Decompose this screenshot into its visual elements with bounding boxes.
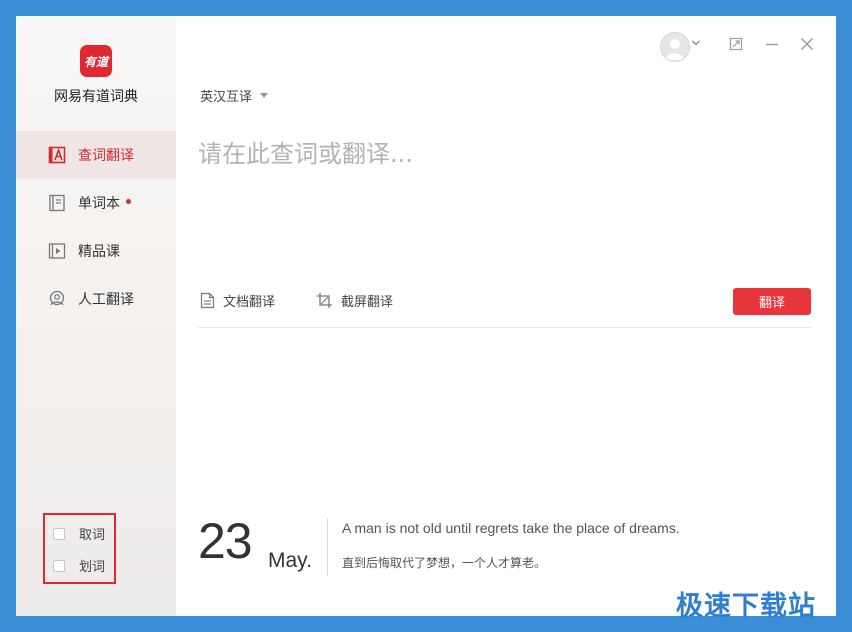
youdao-logo: 有道: [80, 45, 112, 77]
human-translate-icon: [49, 290, 65, 306]
sidebar-item-courses[interactable]: 精品课: [16, 227, 176, 275]
app-name: 网易有道词典: [54, 89, 138, 105]
minimize-icon[interactable]: [765, 37, 779, 51]
sidebar-item-label: 单词本: [78, 196, 120, 212]
notification-dot: [126, 199, 131, 204]
option-select-word[interactable]: 划词: [53, 556, 105, 575]
sidebar-item-label: 精品课: [78, 244, 120, 260]
sidebar-item-label: 查词翻译: [78, 148, 134, 164]
video-course-icon: [48, 243, 66, 259]
select-word-checkbox[interactable]: [53, 559, 65, 572]
notebook-icon: [49, 194, 65, 212]
crop-icon: [317, 293, 332, 308]
language-select[interactable]: 英汉互译: [200, 86, 269, 105]
app-window: 有道 网易有道词典 查词翻译 单词本 精品课 人工翻译 取词 划词 英汉互译 请…: [16, 16, 836, 616]
document-icon: [200, 292, 215, 309]
close-icon[interactable]: [800, 37, 814, 51]
chevron-down-icon[interactable]: [691, 38, 701, 48]
maximize-icon[interactable]: [729, 37, 743, 51]
quote-divider: [327, 518, 328, 576]
tool-label: 文档翻译: [223, 295, 276, 310]
daily-date-month: May.: [268, 549, 312, 572]
capture-options: 取词 划词: [43, 513, 116, 584]
sidebar: 有道 网易有道词典 查词翻译 单词本 精品课 人工翻译 取词 划词: [16, 16, 176, 616]
translate-button[interactable]: 翻译: [733, 288, 811, 315]
option-label: 取词: [79, 528, 106, 543]
search-input[interactable]: [198, 134, 808, 274]
daily-date-day: 23: [198, 513, 253, 569]
main-panel: 英汉互译 文档翻译 截屏翻译 翻译 23 May. A man is no: [176, 16, 836, 616]
caret-down-icon: [260, 93, 269, 98]
option-label: 划词: [79, 560, 106, 575]
dictionary-a-icon: [48, 146, 66, 164]
sidebar-item-lookup[interactable]: 查词翻译: [16, 131, 176, 179]
daily-quote-english: A man is not old until regrets take the …: [342, 520, 680, 536]
daily-quote-chinese: 直到后悔取代了梦想，一个人才算老。: [342, 556, 547, 570]
document-translate-button[interactable]: 文档翻译: [200, 291, 275, 310]
language-select-value: 英汉互译: [200, 90, 253, 105]
option-capture-word[interactable]: 取词: [53, 524, 105, 543]
tool-label: 截屏翻译: [341, 295, 394, 310]
watermark: 极速下载站: [676, 591, 816, 622]
divider: [198, 327, 811, 328]
capture-word-checkbox[interactable]: [53, 527, 65, 540]
screenshot-translate-button[interactable]: 截屏翻译: [316, 291, 393, 310]
sidebar-item-label: 人工翻译: [78, 292, 134, 308]
sidebar-item-human-translation[interactable]: 人工翻译: [16, 275, 176, 323]
user-avatar-icon[interactable]: [660, 32, 690, 62]
sidebar-item-wordbook[interactable]: 单词本: [16, 179, 176, 227]
